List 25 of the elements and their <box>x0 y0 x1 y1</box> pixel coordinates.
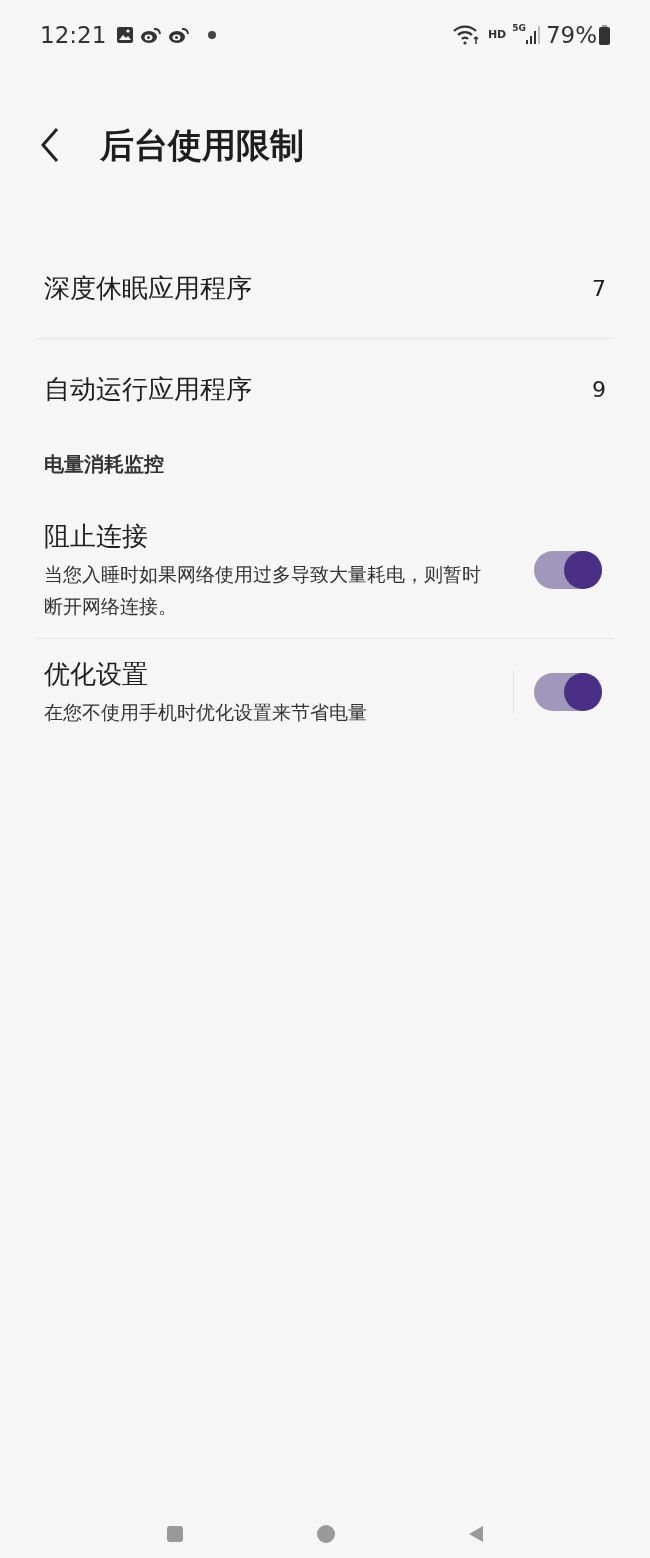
page-title: 后台使用限制 <box>100 123 304 167</box>
setting-title: 阻止连接 <box>44 520 149 553</box>
wifi-icon <box>451 24 480 46</box>
toggle-switch[interactable] <box>534 550 602 589</box>
network-type-label: 5G <box>512 22 526 35</box>
status-time: 12:21 <box>40 20 107 50</box>
weibo-icon <box>168 26 191 44</box>
battery-percent: 79% <box>545 20 597 50</box>
section-header: 电量消耗监控 <box>44 452 164 476</box>
setting-description: 当您入睡时如果网络使用过多导致大量耗电，则暂时断开网络连接。 <box>44 562 482 619</box>
item-count: 7 <box>592 274 606 303</box>
battery-icon <box>599 25 610 45</box>
network-label: HD <box>487 26 507 43</box>
setting-description: 在您不使用手机时优化设置来节省电量 <box>44 700 368 725</box>
home-icon[interactable] <box>317 1525 335 1543</box>
item-count: 9 <box>592 375 606 404</box>
toggle-switch[interactable] <box>534 672 602 711</box>
back-icon[interactable] <box>469 1526 483 1542</box>
item-label: 深度休眠应用程序 <box>44 271 252 305</box>
signal-icon <box>525 25 540 45</box>
image-icon <box>116 26 135 44</box>
item-label: 自动运行应用程序 <box>44 372 252 406</box>
notification-dot-icon <box>208 31 217 39</box>
weibo-icon <box>140 26 163 44</box>
setting-title: 优化设置 <box>44 658 149 691</box>
